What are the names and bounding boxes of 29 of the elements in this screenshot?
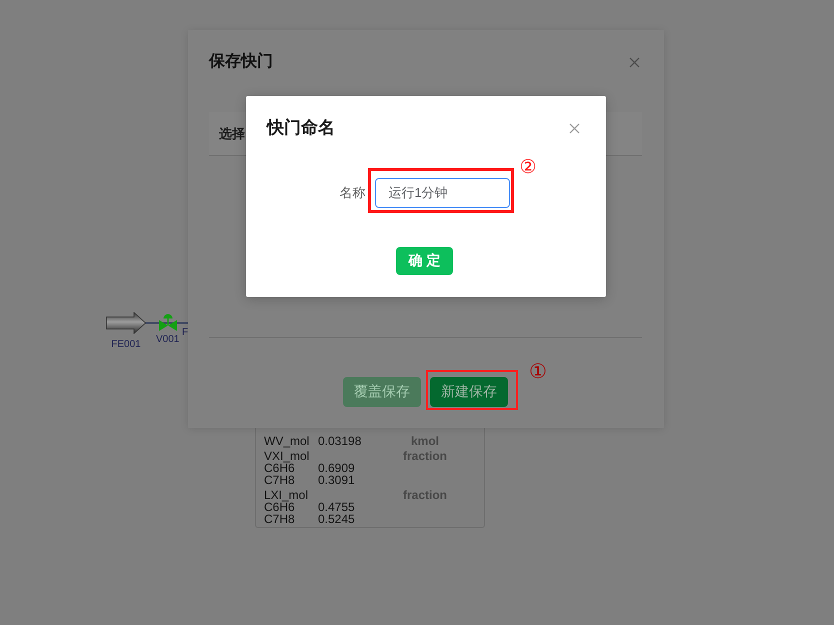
property-name: WV_mol — [264, 435, 310, 447]
property-value: 0.03198 — [318, 435, 362, 447]
dialog-title: 保存快门 — [209, 53, 273, 71]
property-name: VXI_mol — [264, 450, 310, 462]
confirm-button[interactable]: 确定 — [396, 247, 453, 275]
arrow-icon — [106, 312, 146, 334]
column-header: 选择 — [219, 124, 245, 142]
close-icon[interactable] — [629, 56, 640, 68]
property-name: LXI_mol — [264, 489, 308, 501]
pipe-line — [145, 322, 188, 324]
component-name: C6H6 — [264, 462, 295, 474]
name-input[interactable]: 运行1分钟 — [374, 178, 510, 208]
property-value: 0.3091 — [318, 474, 355, 486]
component-name: C6H6 — [264, 501, 295, 513]
node-label: FE001 — [111, 339, 141, 350]
component-name: C7H8 — [264, 474, 295, 486]
property-value: 0.5245 — [318, 513, 355, 525]
dialog-title: 快门命名 — [267, 119, 335, 137]
close-icon[interactable] — [569, 122, 580, 134]
save-button[interactable]: 新建保存 — [430, 377, 508, 407]
node-label: V001 — [156, 334, 180, 345]
property-value: 0.6909 — [318, 462, 355, 474]
property-value: 0.4755 — [318, 501, 355, 513]
node-label: F — [182, 327, 188, 338]
component-name: C7H8 — [264, 513, 295, 525]
callout-number: ① — [529, 362, 547, 382]
field-label: 名称 — [340, 184, 366, 202]
callout-number: ② — [520, 158, 537, 178]
valve-icon — [158, 313, 178, 332]
